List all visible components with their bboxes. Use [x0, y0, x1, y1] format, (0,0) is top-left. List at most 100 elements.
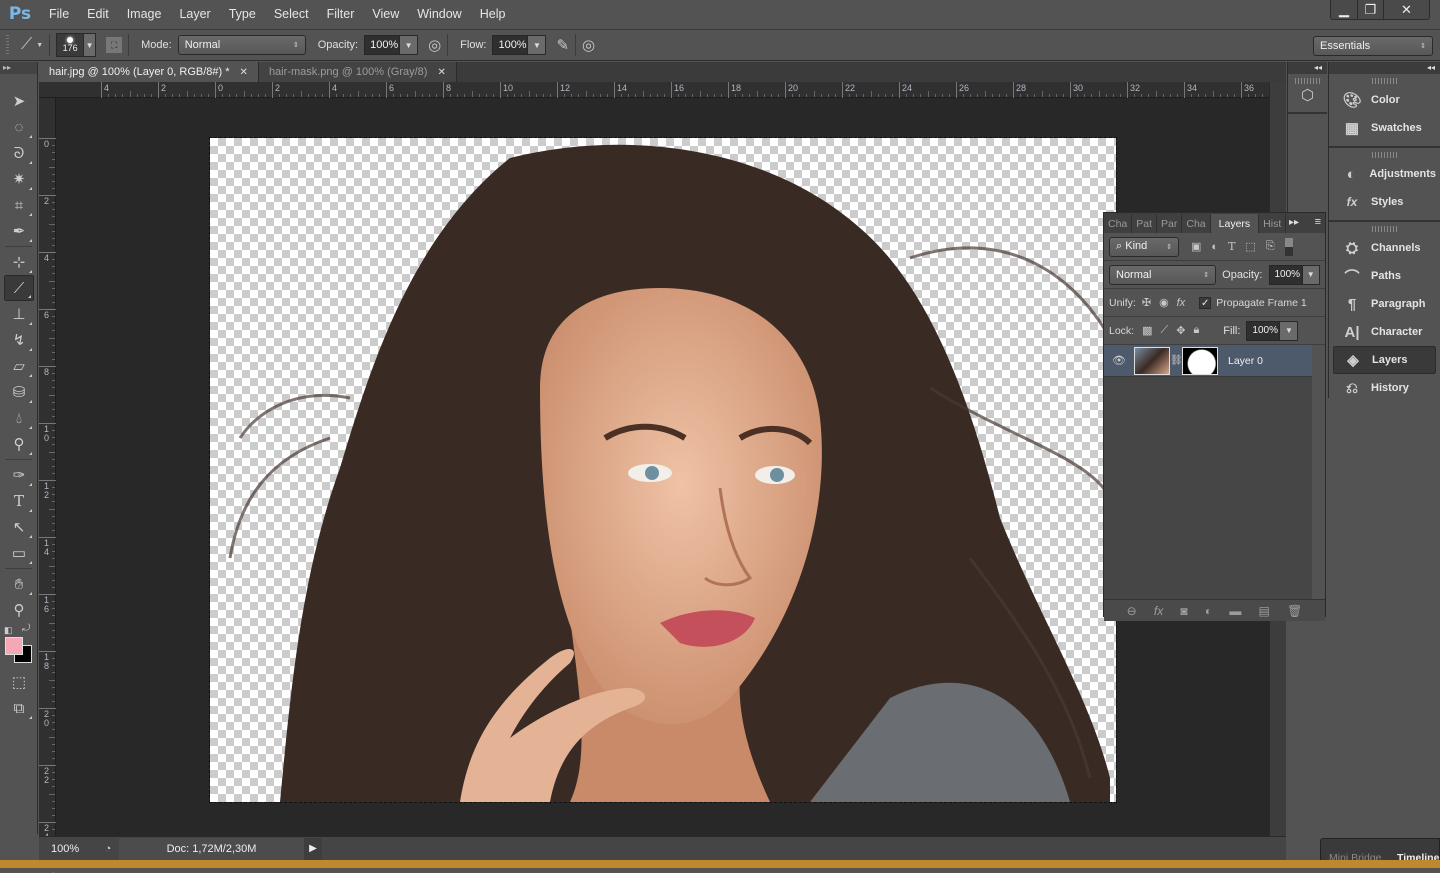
pressure-opacity-icon[interactable]: ◎	[428, 36, 441, 54]
flow-dropdown[interactable]: ▼	[528, 35, 547, 55]
status-menu-arrow-icon[interactable]: ▶	[304, 837, 322, 860]
flow-input[interactable]: 100%	[492, 35, 529, 55]
3d-panel-icon[interactable]: ⬡	[1301, 86, 1314, 104]
marquee-tool[interactable]: ◌	[4, 114, 34, 140]
unify-style-icon[interactable]: fx	[1177, 297, 1186, 309]
layer-opacity-input[interactable]: 100%	[1268, 264, 1303, 285]
tab-paths[interactable]: Pat	[1132, 214, 1158, 233]
dock-item-color[interactable]: 🎨︎ Color	[1333, 86, 1436, 114]
close-tab-icon[interactable]: ✕	[437, 67, 445, 78]
zoom-tool[interactable]: ⚲	[4, 597, 34, 623]
tab-history[interactable]: Hist	[1259, 214, 1287, 233]
brush-panel-toggle-icon[interactable]: ⛶	[106, 37, 123, 53]
close-tab-icon[interactable]: ✕	[240, 67, 248, 78]
filter-shape-icon[interactable]: ⬚	[1245, 240, 1255, 253]
panel-grip[interactable]	[1371, 78, 1398, 84]
crop-tool[interactable]: ⌗	[4, 192, 34, 218]
chevron-down-icon[interactable]: ▼	[36, 42, 43, 49]
airbrush-icon[interactable]: ✎	[556, 36, 569, 54]
blur-tool[interactable]: 💧︎	[4, 405, 34, 431]
menu-select[interactable]: Select	[265, 7, 318, 21]
layer-row[interactable]: 👁︎ ⛓ Layer 0	[1104, 345, 1312, 377]
workspace-select[interactable]: Essentials ⇕	[1313, 36, 1433, 56]
menu-file[interactable]: File	[40, 7, 78, 21]
lock-transparent-icon[interactable]: ▩	[1142, 324, 1152, 337]
tab-hair-jpg[interactable]: hair.jpg @ 100% (Layer 0, RGB/8#) * ✕	[39, 62, 259, 82]
tab-layers[interactable]: Layers	[1210, 214, 1260, 233]
dock-item-swatches[interactable]: ▦ Swatches	[1333, 114, 1436, 142]
layer-opacity-dropdown[interactable]: ▼	[1302, 264, 1320, 285]
unify-visibility-icon[interactable]: ◉	[1159, 296, 1169, 309]
expand-panels-icon[interactable]: ▸▸	[1289, 217, 1299, 228]
panel-grip[interactable]	[1294, 78, 1321, 84]
magic-wand-tool[interactable]: ✷	[4, 166, 34, 192]
dodge-tool[interactable]: ⚲	[4, 431, 34, 457]
restore-button[interactable]: ❐	[1357, 0, 1383, 19]
new-adjustment-icon[interactable]: ◐	[1205, 604, 1212, 618]
healing-brush-tool[interactable]: ⊹	[4, 249, 34, 275]
unify-position-icon[interactable]: ✠	[1142, 296, 1151, 309]
options-bar-grip[interactable]	[6, 35, 9, 55]
tools-collapse-button[interactable]: ▸▸	[0, 62, 37, 74]
delete-layer-icon[interactable]: 🗑︎	[1287, 604, 1302, 618]
zoom-level[interactable]: 100%	[39, 843, 97, 855]
tab-paragraph[interactable]: Par	[1157, 214, 1183, 233]
propagate-checkbox[interactable]: ✓	[1199, 296, 1212, 309]
layer-name[interactable]: Layer 0	[1228, 355, 1263, 367]
menu-view[interactable]: View	[363, 7, 408, 21]
menu-filter[interactable]: Filter	[318, 7, 364, 21]
fill-input[interactable]: 100%	[1246, 320, 1281, 341]
dock-item-layers[interactable]: ◈ Layers	[1333, 346, 1436, 374]
panel-grip[interactable]	[1371, 226, 1398, 232]
brush-picker[interactable]: 176 ▼	[56, 33, 97, 57]
dock-item-history[interactable]: ⎌ History	[1333, 374, 1436, 402]
menu-window[interactable]: Window	[408, 7, 470, 21]
minimize-button[interactable]: ▁	[1331, 0, 1357, 19]
layer-mask-thumbnail[interactable]	[1182, 346, 1218, 375]
dock-item-channels[interactable]: ⛭ Channels	[1333, 234, 1436, 262]
ruler-horizontal[interactable]: 4 2 0 2 4 6 8 10 12 14 16 18 20 22 24 26 28 30 32 34 36	[39, 82, 1292, 98]
hand-tool[interactable]: ✋︎	[4, 571, 34, 597]
menu-help[interactable]: Help	[471, 7, 515, 21]
add-style-icon[interactable]: fx	[1154, 604, 1163, 618]
link-icon[interactable]: ⛓	[1170, 355, 1183, 366]
dock-item-adjustments[interactable]: ◐ Adjustments	[1333, 160, 1436, 188]
dock-item-paths[interactable]: ⌒ Paths	[1333, 262, 1436, 290]
mode-select[interactable]: Normal ⇕	[177, 35, 306, 55]
link-layers-icon[interactable]: ⊖	[1127, 604, 1137, 618]
path-selection-tool[interactable]: ↖	[4, 514, 34, 540]
opacity-dropdown[interactable]: ▼	[400, 35, 419, 55]
eyedropper-tool[interactable]: ✒	[4, 218, 34, 244]
brush-tool-preset-icon[interactable]: ⟋	[21, 36, 32, 54]
dock-item-paragraph[interactable]: ¶ Paragraph	[1333, 290, 1436, 318]
dock-item-character[interactable]: A| Character	[1333, 318, 1436, 346]
collapse-dock-button[interactable]: ◂◂	[1288, 62, 1327, 74]
menu-image[interactable]: Image	[118, 7, 171, 21]
panel-menu-icon[interactable]: ≡	[1315, 216, 1321, 228]
lock-position-icon[interactable]: ✥	[1176, 324, 1185, 337]
screen-mode-button[interactable]: ⧉	[4, 695, 34, 721]
new-layer-icon[interactable]: ▤	[1259, 604, 1270, 618]
type-tool[interactable]: T	[4, 488, 34, 514]
panel-grip[interactable]	[1371, 152, 1398, 158]
tab-channels[interactable]: Cha	[1104, 214, 1133, 233]
document-image[interactable]	[209, 137, 1117, 803]
blend-mode-select[interactable]: Normal ⇕	[1109, 264, 1217, 285]
brush-tool[interactable]: ⟋	[4, 275, 34, 301]
dock-item-styles[interactable]: fx Styles	[1333, 188, 1436, 216]
filter-adjustment-icon[interactable]: ◐	[1211, 241, 1218, 253]
close-button[interactable]: ✕	[1383, 0, 1429, 19]
menu-edit[interactable]: Edit	[78, 7, 118, 21]
paint-bucket-tool[interactable]: ⛁	[4, 379, 34, 405]
lasso-tool[interactable]: ᘐ	[4, 140, 34, 166]
menu-type[interactable]: Type	[220, 7, 265, 21]
foreground-color-swatch[interactable]	[5, 637, 23, 655]
default-colors-icon[interactable]: ◧	[4, 625, 13, 636]
lock-all-icon[interactable]: 🔒︎	[1193, 324, 1199, 337]
quick-mask-button[interactable]: ⬚	[4, 669, 34, 695]
brush-picker-dropdown[interactable]: ▼	[84, 33, 97, 57]
swap-colors-icon[interactable]: ⤾	[22, 623, 30, 634]
pen-tool[interactable]: ✑	[4, 462, 34, 488]
eraser-tool[interactable]: ▱	[4, 353, 34, 379]
filter-type-icon[interactable]: T	[1228, 240, 1235, 253]
